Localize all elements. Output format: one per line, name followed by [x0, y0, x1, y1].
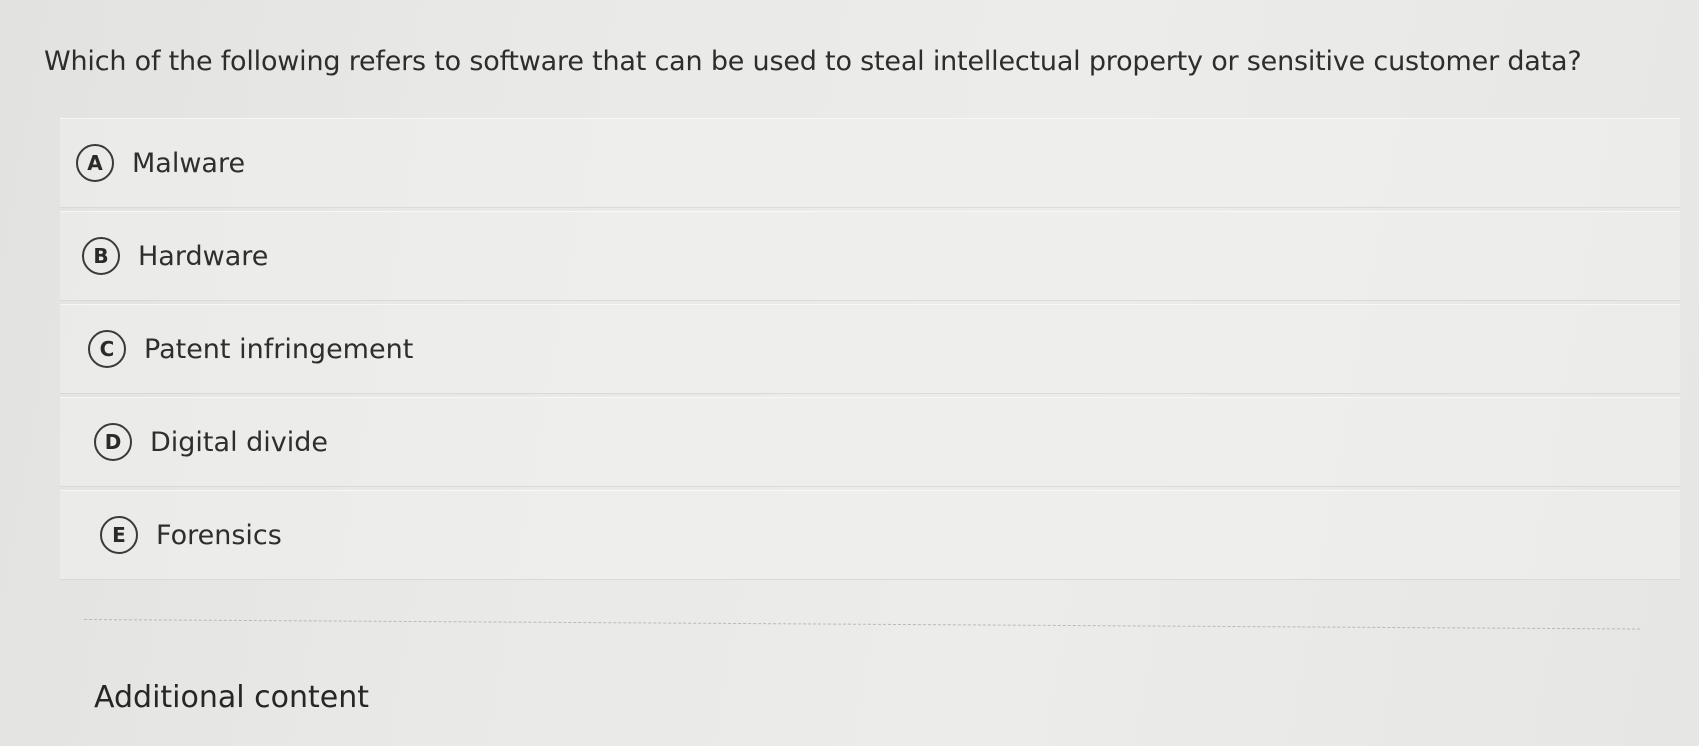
- option-a-label: Malware: [132, 147, 246, 179]
- option-b-letter: B: [82, 237, 120, 275]
- answer-options: A Malware B Hardware C Patent infringeme…: [60, 118, 1680, 583]
- option-c-label: Patent infringement: [144, 333, 414, 365]
- option-e-letter: E: [100, 516, 138, 554]
- option-a-letter: A: [76, 144, 114, 182]
- option-b[interactable]: B Hardware: [60, 211, 1680, 301]
- option-b-label: Hardware: [138, 240, 269, 272]
- option-e[interactable]: E Forensics: [60, 490, 1680, 580]
- option-a[interactable]: A Malware: [60, 118, 1680, 208]
- option-d[interactable]: D Digital divide: [60, 397, 1680, 487]
- quiz-page: Which of the following refers to softwar…: [0, 0, 1699, 746]
- additional-content-heading: Additional content: [94, 680, 369, 715]
- question-text: Which of the following refers to softwar…: [44, 46, 1582, 77]
- option-d-label: Digital divide: [150, 426, 329, 458]
- option-e-label: Forensics: [156, 519, 282, 551]
- option-c-letter: C: [88, 330, 126, 368]
- option-c[interactable]: C Patent infringement: [60, 304, 1680, 394]
- option-d-letter: D: [94, 423, 132, 461]
- section-divider: [83, 619, 1640, 630]
